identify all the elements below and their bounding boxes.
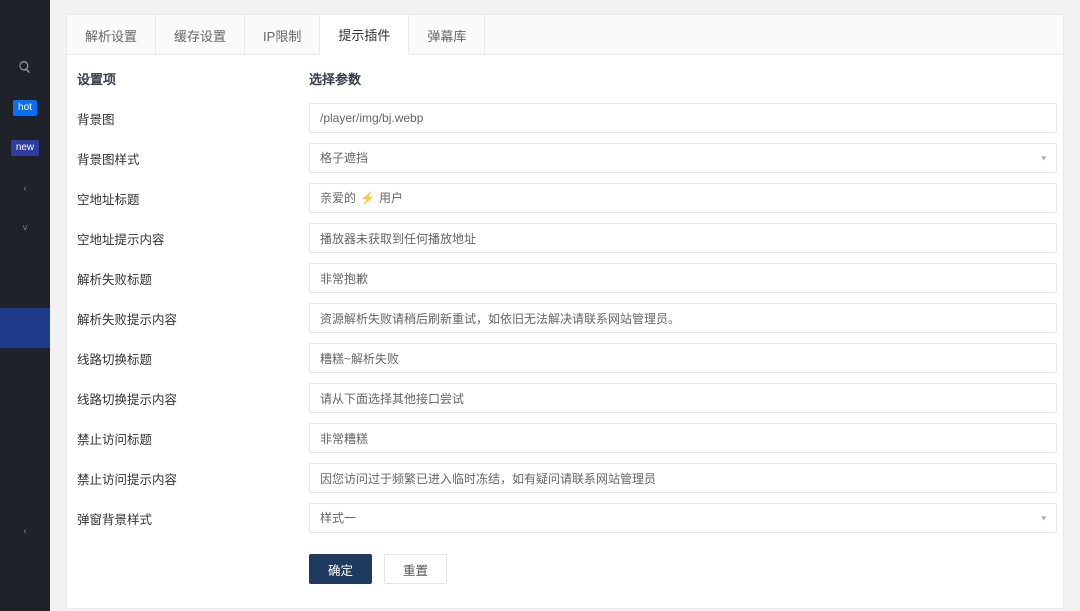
chevron-left-icon: ‹ bbox=[23, 526, 26, 537]
hot-badge: hot bbox=[13, 100, 37, 116]
input-switch-title[interactable] bbox=[309, 343, 1057, 373]
row-empty-tip: 空地址提示内容 bbox=[75, 218, 1057, 258]
tab-ip-limit[interactable]: IP限制 bbox=[245, 15, 320, 55]
sidebar-item-active[interactable] bbox=[0, 308, 50, 348]
input-deny-title[interactable] bbox=[309, 423, 1057, 453]
select-popup-style[interactable]: 样式一 ▾ bbox=[309, 503, 1057, 533]
new-badge: new bbox=[11, 140, 39, 156]
row-popup-style: 弹窗背景样式 样式一 ▾ bbox=[75, 498, 1057, 538]
label-fail-title: 解析失败标题 bbox=[75, 269, 309, 288]
label-fail-tip: 解析失败提示内容 bbox=[75, 309, 309, 328]
chevron-down-icon: ˅ bbox=[22, 223, 28, 234]
row-switch-tip: 线路切换提示内容 bbox=[75, 378, 1057, 418]
sidebar-collapse-arrow-2[interactable]: ‹ bbox=[0, 511, 50, 551]
input-bg-img[interactable] bbox=[309, 103, 1057, 133]
select-bg-style[interactable]: 格子遮挡 ▾ bbox=[309, 143, 1057, 173]
sidebar-search-button[interactable] bbox=[0, 48, 50, 88]
label-deny-title: 禁止访问标题 bbox=[75, 429, 309, 448]
label-switch-tip: 线路切换提示内容 bbox=[75, 389, 309, 408]
row-bg-style: 背景图样式 格子遮挡 ▾ bbox=[75, 138, 1057, 178]
settings-panel: 解析设置 缓存设置 IP限制 提示插件 弹幕库 设置项 选择参数 背景图 背景图… bbox=[66, 14, 1064, 609]
row-bg-img: 背景图 bbox=[75, 98, 1057, 138]
chevron-down-icon: ▾ bbox=[1041, 144, 1046, 172]
label-deny-tip: 禁止访问提示内容 bbox=[75, 469, 309, 488]
sidebar: hot new ‹ ˅ ‹ bbox=[0, 0, 50, 611]
row-deny-title: 禁止访问标题 bbox=[75, 418, 1057, 458]
chevron-left-icon: ‹ bbox=[23, 183, 26, 194]
main-content: 解析设置 缓存设置 IP限制 提示插件 弹幕库 设置项 选择参数 背景图 背景图… bbox=[50, 0, 1080, 611]
label-switch-title: 线路切换标题 bbox=[75, 349, 309, 368]
form-body: 设置项 选择参数 背景图 背景图样式 格子遮挡 ▾ 空地址 bbox=[67, 55, 1063, 608]
empty-title-prefix: 亲爱的 bbox=[320, 184, 356, 212]
input-switch-tip[interactable] bbox=[309, 383, 1057, 413]
sidebar-collapse-arrow-1[interactable]: ‹ bbox=[0, 168, 50, 208]
header-select-param: 选择参数 bbox=[309, 69, 1057, 88]
row-fail-title: 解析失败标题 bbox=[75, 258, 1057, 298]
empty-title-suffix: 用户 bbox=[379, 184, 403, 212]
sidebar-item-hot[interactable]: hot bbox=[0, 88, 50, 128]
input-fail-tip[interactable] bbox=[309, 303, 1057, 333]
tab-danmaku[interactable]: 弹幕库 bbox=[409, 15, 485, 55]
chevron-down-icon: ▾ bbox=[1041, 504, 1046, 532]
row-empty-title: 空地址标题 亲爱的 ⚡ 用户 bbox=[75, 178, 1057, 218]
tab-cache-settings[interactable]: 缓存设置 bbox=[156, 15, 245, 55]
row-switch-title: 线路切换标题 bbox=[75, 338, 1057, 378]
column-headers: 设置项 选择参数 bbox=[75, 69, 1057, 88]
input-fail-title[interactable] bbox=[309, 263, 1057, 293]
label-bg-img: 背景图 bbox=[75, 109, 309, 128]
tab-parse-settings[interactable]: 解析设置 bbox=[67, 15, 156, 55]
tab-tip-plugin[interactable]: 提示插件 bbox=[320, 15, 409, 55]
label-popup-style: 弹窗背景样式 bbox=[75, 509, 309, 528]
input-empty-title[interactable]: 亲爱的 ⚡ 用户 bbox=[309, 183, 1057, 213]
input-empty-tip[interactable] bbox=[309, 223, 1057, 253]
sidebar-expand-arrow[interactable]: ˅ bbox=[0, 208, 50, 248]
search-icon bbox=[18, 60, 32, 77]
input-deny-tip[interactable] bbox=[309, 463, 1057, 493]
header-setting-item: 设置项 bbox=[75, 69, 309, 88]
row-fail-tip: 解析失败提示内容 bbox=[75, 298, 1057, 338]
bolt-icon: ⚡ bbox=[360, 184, 375, 212]
row-deny-tip: 禁止访问提示内容 bbox=[75, 458, 1057, 498]
tab-bar: 解析设置 缓存设置 IP限制 提示插件 弹幕库 bbox=[67, 15, 1063, 55]
label-empty-title: 空地址标题 bbox=[75, 189, 309, 208]
label-empty-tip: 空地址提示内容 bbox=[75, 229, 309, 248]
button-row: 确定 重置 bbox=[75, 554, 1057, 584]
select-popup-style-value: 样式一 bbox=[320, 504, 356, 532]
reset-button[interactable]: 重置 bbox=[384, 554, 447, 584]
select-bg-style-value: 格子遮挡 bbox=[320, 144, 368, 172]
sidebar-item-new[interactable]: new bbox=[0, 128, 50, 168]
submit-button[interactable]: 确定 bbox=[309, 554, 372, 584]
label-bg-style: 背景图样式 bbox=[75, 149, 309, 168]
